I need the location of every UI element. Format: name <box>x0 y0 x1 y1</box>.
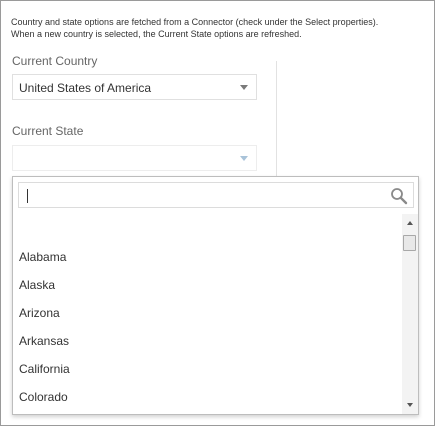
form-panel: Country and state options are fetched fr… <box>0 0 435 426</box>
list-item[interactable]: Arkansas <box>19 331 69 351</box>
scroll-down-icon[interactable] <box>407 403 413 407</box>
column-divider <box>276 61 277 179</box>
list-item[interactable]: Arizona <box>19 303 60 323</box>
chevron-down-icon <box>240 85 248 90</box>
list-item[interactable]: Alabama <box>19 247 66 267</box>
state-label: Current State <box>12 124 84 138</box>
options-list: Alabama Alaska Arizona Arkansas Californ… <box>13 214 402 414</box>
description-line-2: When a new country is selected, the Curr… <box>11 29 302 39</box>
options-scrollbar[interactable] <box>402 214 418 414</box>
list-item[interactable]: Alaska <box>19 275 55 295</box>
list-item[interactable]: Colorado <box>19 387 68 407</box>
description-line-1: Country and state options are fetched fr… <box>11 17 379 27</box>
search-icon[interactable] <box>390 187 408 205</box>
country-select[interactable]: United States of America <box>12 74 257 100</box>
chevron-down-icon <box>240 156 248 161</box>
list-item[interactable]: California <box>19 359 70 379</box>
search-input[interactable] <box>23 186 383 204</box>
state-dropdown-popup: Alabama Alaska Arizona Arkansas Californ… <box>12 176 419 415</box>
search-box <box>18 182 414 208</box>
country-select-value: United States of America <box>19 81 152 95</box>
state-select[interactable] <box>12 145 257 171</box>
scroll-up-icon[interactable] <box>407 221 413 225</box>
scrollbar-thumb[interactable] <box>403 235 416 251</box>
country-label: Current Country <box>12 54 98 68</box>
description-text: Country and state options are fetched fr… <box>11 16 431 40</box>
